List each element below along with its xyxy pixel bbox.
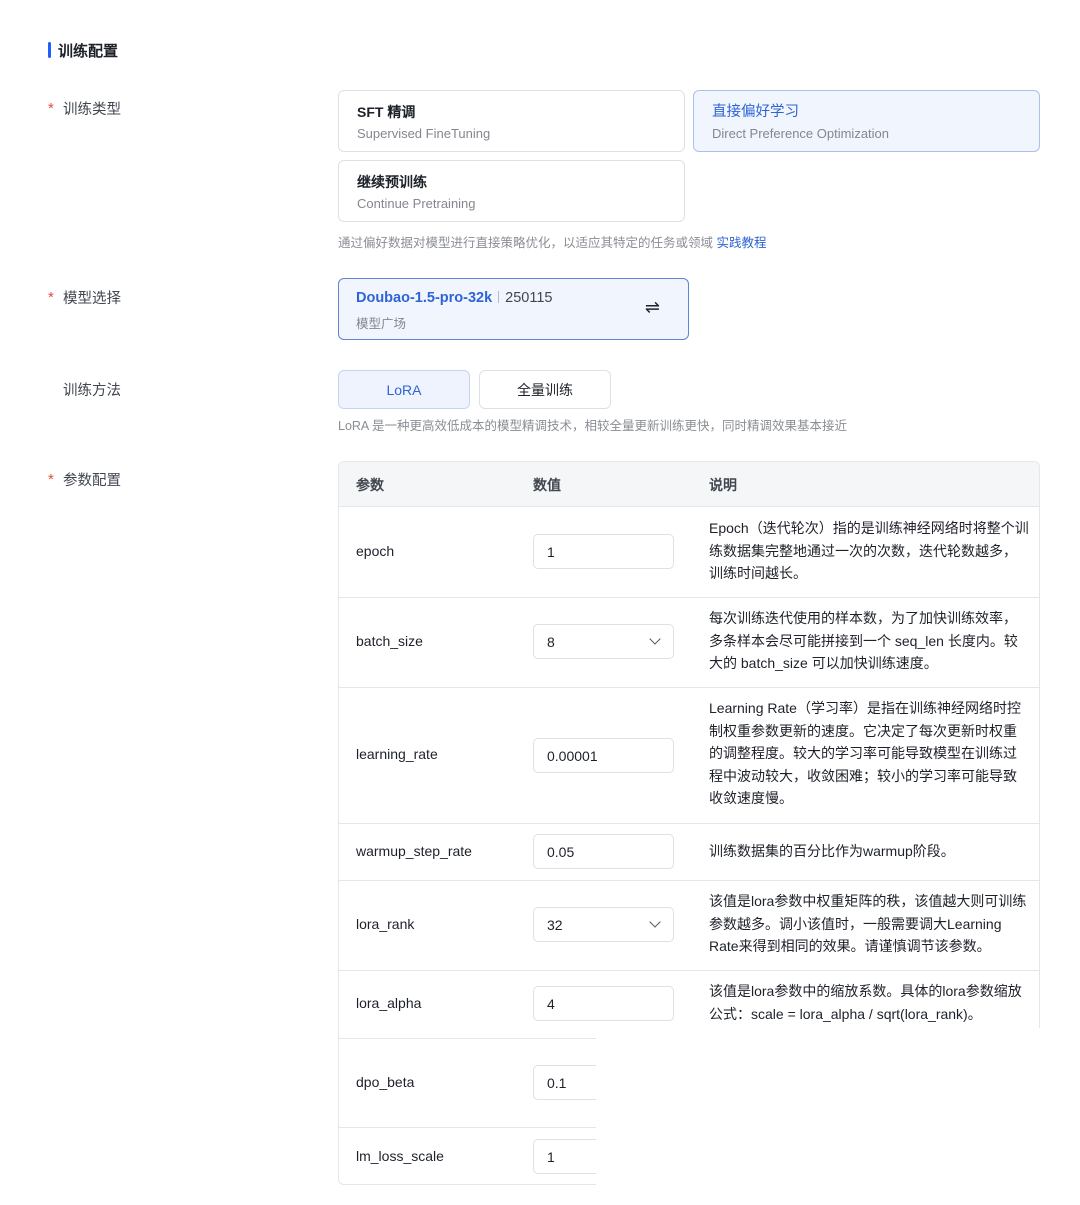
model-version: 250115 (505, 290, 553, 306)
training-type-option-dpo[interactable]: 直接偏好学习 Direct Preference Optimization (693, 90, 1040, 152)
section-header: 训练配置 (48, 40, 118, 60)
required-mark: * (48, 100, 54, 117)
tutorial-link[interactable]: 实践教程 (717, 236, 767, 250)
param-desc: Epoch（迭代轮次）指的是训练神经网络时将整个训练数据集完整地通过一次的次数，… (709, 520, 1029, 581)
epoch-input[interactable]: 1 (533, 534, 674, 569)
blank-overlay (596, 1028, 1056, 1205)
swap-icon[interactable]: ⇌ (645, 297, 660, 318)
warmup-step-rate-input[interactable]: 0.05 (533, 834, 674, 869)
lora-rank-select[interactable]: 32 (533, 907, 674, 942)
divider (498, 291, 500, 303)
learning-rate-input[interactable]: 0.00001 (533, 738, 674, 773)
table-row: batch_size 8 每次训练迭代使用的样本数，为了加快训练效率，多条样本会… (339, 597, 1039, 687)
param-desc: 每次训练迭代使用的样本数，为了加快训练效率，多条样本会尽可能拼接到一个 seq_… (709, 610, 1018, 671)
header-param: 参数 (356, 477, 384, 493)
method-hint: LoRA 是一种更高效低成本的模型精调技术，相较全量更新训练更快，同时精调效果基… (338, 419, 848, 433)
method-label: 训练方法 (63, 383, 121, 399)
lora-alpha-input[interactable]: 4 (533, 986, 674, 1021)
table-row: lora_rank 32 该值是lora参数中权重矩阵的秩，该值越大则可训练参数… (339, 880, 1039, 970)
table-header: 参数 数值 说明 (339, 462, 1039, 506)
header-value: 数值 (533, 477, 561, 493)
table-row: warmup_step_rate 0.05 训练数据集的百分比作为warmup阶… (339, 823, 1039, 880)
required-mark: * (48, 471, 54, 488)
param-name: learning_rate (356, 746, 438, 762)
table-row: learning_rate 0.00001 Learning Rate（学习率）… (339, 687, 1039, 823)
option-subtitle: Continue Pretraining (357, 196, 476, 211)
params-label: * 参数配置 (48, 471, 121, 489)
param-desc: Learning Rate（学习率）是指在训练神经网络时控制权重参数更新的速度。… (709, 700, 1021, 806)
chevron-down-icon (649, 916, 661, 928)
param-name: warmup_step_rate (356, 843, 472, 859)
model-source: 模型广场 (356, 317, 407, 331)
option-subtitle: Supervised FineTuning (357, 126, 491, 141)
option-subtitle: Direct Preference Optimization (712, 126, 890, 141)
required-mark: * (48, 289, 54, 306)
header-desc: 说明 (709, 477, 737, 493)
training-type-hint: 通过偏好数据对模型进行直接策略优化，以适应其特定的任务或领域 实践教程 (338, 236, 767, 250)
option-title: 直接偏好学习 (712, 104, 799, 120)
training-type-option-pretrain[interactable]: 继续预训练 Continue Pretraining (338, 160, 685, 222)
method-option-lora[interactable]: LoRA (338, 370, 470, 409)
model-selector[interactable]: Doubao-1.5-pro-32k 250115 模型广场 ⇌ (338, 278, 689, 340)
param-name: dpo_beta (356, 1074, 415, 1090)
batch-size-select[interactable]: 8 (533, 624, 674, 659)
section-title: 训练配置 (58, 42, 119, 60)
chevron-down-icon (649, 633, 661, 645)
option-title: 继续预训练 (357, 174, 427, 190)
table-row: epoch 1 Epoch（迭代轮次）指的是训练神经网络时将整个训练数据集完整地… (339, 506, 1039, 597)
section-accent-bar (48, 42, 51, 58)
param-name: lm_loss_scale (356, 1148, 444, 1164)
training-type-option-sft[interactable]: SFT 精调 Supervised FineTuning (338, 90, 685, 152)
param-desc: 该值是lora参数中权重矩阵的秩，该值越大则可训练参数越多。调小该值时，一般需要… (709, 893, 1027, 954)
param-name: batch_size (356, 633, 423, 649)
param-name: epoch (356, 543, 395, 559)
param-desc: 训练数据集的百分比作为warmup阶段。 (709, 843, 955, 859)
method-option-full[interactable]: 全量训练 (479, 370, 611, 409)
model-label: * 模型选择 (48, 289, 121, 307)
model-name: Doubao-1.5-pro-32k (356, 290, 493, 306)
param-name: lora_rank (356, 916, 415, 932)
option-title: SFT 精调 (357, 104, 416, 120)
param-desc: 该值是lora参数中的缩放系数。具体的lora参数缩放公式：scale = lo… (709, 983, 1022, 1022)
param-name: lora_alpha (356, 995, 422, 1011)
training-type-label: * 训练类型 (48, 100, 121, 118)
